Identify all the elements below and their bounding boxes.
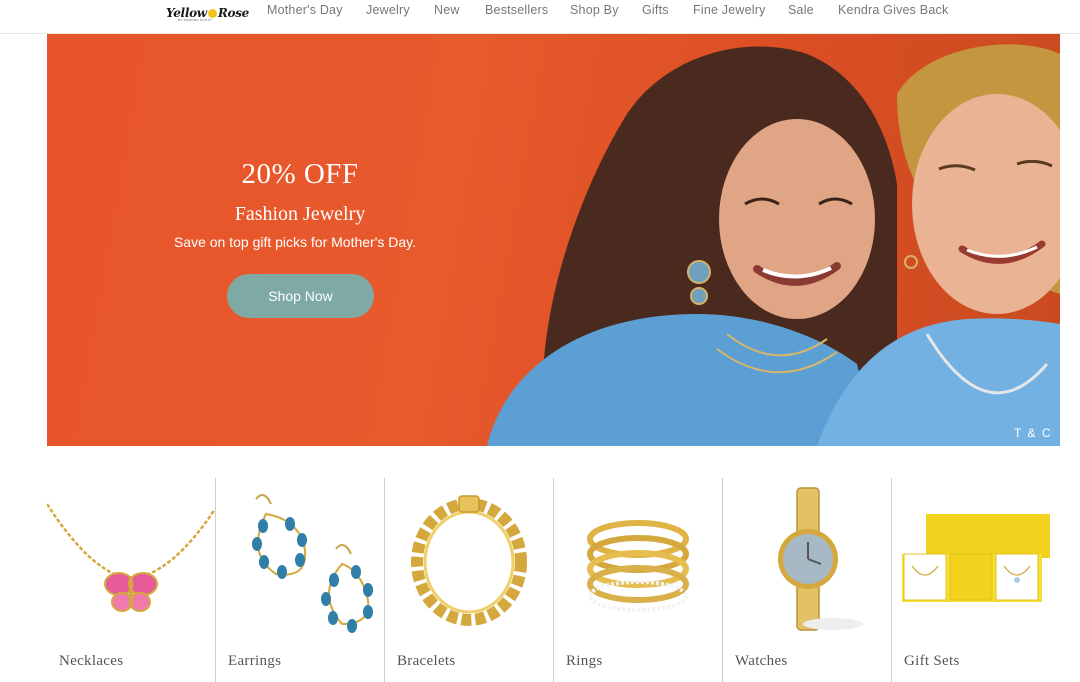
main-nav: Mother's Day Jewelry New Bestsellers Sho… — [0, 0, 1080, 22]
shop-now-button[interactable]: Shop Now — [227, 274, 374, 318]
category-label-necklaces: Necklaces — [59, 653, 124, 669]
nav-jewelry[interactable]: Jewelry — [366, 3, 410, 17]
nav-sale[interactable]: Sale — [788, 3, 814, 17]
terms-conditions-link[interactable]: T & C — [1014, 426, 1052, 440]
category-tile-necklaces[interactable]: Necklaces — [47, 478, 216, 682]
category-label-watches: Watches — [735, 653, 788, 669]
watch-image — [778, 487, 863, 631]
bracelet-image — [411, 495, 527, 626]
earrings-image — [252, 494, 373, 633]
rings-image — [587, 520, 689, 612]
category-tile-earrings[interactable]: Earrings — [215, 478, 384, 682]
category-tile-gift-sets[interactable]: Gift Sets — [891, 478, 1060, 682]
gift-set-image — [902, 514, 1050, 602]
nav-kendra-gives-back[interactable]: Kendra Gives Back — [838, 3, 948, 17]
nav-bestsellers[interactable]: Bestsellers — [485, 3, 548, 17]
nav-shop-by[interactable]: Shop By — [570, 3, 619, 17]
hero-description: Save on top gift picks for Mother's Day. — [173, 234, 417, 250]
hero-headline: 20% OFF — [241, 158, 359, 190]
category-label-gift-sets: Gift Sets — [904, 653, 960, 669]
hero-banner[interactable]: 20% OFF Fashion Jewelry Save on top gift… — [47, 34, 1060, 446]
category-label-earrings: Earrings — [228, 653, 282, 669]
category-label-bracelets: Bracelets — [397, 653, 456, 669]
category-label-rings: Rings — [566, 653, 603, 669]
nav-fine-jewelry[interactable]: Fine Jewelry — [693, 3, 766, 17]
category-tile-watches[interactable]: Watches — [722, 478, 891, 682]
category-grid: Necklaces Earrings Bracelets Rings Watch… — [47, 478, 1060, 682]
category-tile-bracelets[interactable]: Bracelets — [384, 478, 553, 682]
hero-photo-two-women — [487, 44, 1060, 446]
hero-subheadline: Fashion Jewelry — [234, 203, 366, 225]
nav-gifts[interactable]: Gifts — [642, 3, 669, 17]
category-tile-rings[interactable]: Rings — [553, 478, 722, 682]
site-header: Yellow Rose BY KENDRA SCOTT Mother's Day … — [0, 0, 1080, 34]
nav-new[interactable]: New — [434, 3, 460, 17]
nav-mothers-day[interactable]: Mother's Day — [267, 3, 343, 17]
hero-copy: 20% OFF Fashion Jewelry Save on top gift… — [167, 158, 433, 250]
necklace-image — [47, 503, 215, 612]
